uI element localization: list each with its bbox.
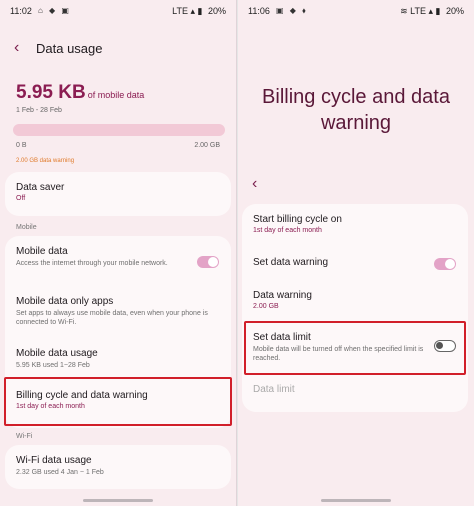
- mobile-data-row[interactable]: Mobile data Access the internet through …: [16, 246, 184, 268]
- data-usage-screen: 11:02 ⌂ ◆ ▣ LTE ▴ ▮ 20% ‹ Data usage 5.9…: [0, 0, 236, 506]
- data-limit-row: Data limit: [253, 384, 295, 395]
- set-warning-title: Set data warning: [253, 257, 329, 268]
- highlight-box: [244, 321, 466, 375]
- data-saver-title: Data saver: [16, 182, 65, 193]
- page-title: Billing cycle and data warning: [262, 86, 450, 134]
- section-mobile: Mobile: [16, 224, 37, 231]
- start-cycle-row[interactable]: Start billing cycle on 1st day of each m…: [253, 214, 342, 234]
- data-limit-title: Data limit: [253, 384, 295, 395]
- gesture-bar: [83, 499, 153, 502]
- highlight-box: [4, 377, 232, 426]
- status-right: LTE ▴ ▮ 20%: [169, 6, 226, 17]
- data-warning-label: 2.00 GB data warning: [16, 158, 75, 164]
- battery-level: 20%: [207, 6, 226, 16]
- status-time: 11:06: [248, 6, 270, 16]
- wifi-usage-desc: 2.32 GB used 4 Jan − 1 Feb: [16, 469, 104, 476]
- wifi-usage-title: Wi-Fi data usage: [16, 455, 92, 466]
- status-right: ≋ LTE ▴ ▮ 20%: [397, 6, 464, 17]
- set-warning-toggle[interactable]: [434, 258, 456, 270]
- signal-icon: LTE ▴ ▮: [172, 6, 203, 16]
- section-wifi: Wi-Fi: [16, 433, 33, 440]
- date-range: 1 Feb - 28 Feb: [16, 107, 62, 114]
- status-bar: 11:02 ⌂ ◆ ▣ LTE ▴ ▮ 20%: [0, 0, 236, 22]
- battery-level: 20%: [445, 6, 464, 16]
- mobile-data-usage-desc: 5.95 KB used 1−28 Feb: [16, 362, 90, 369]
- start-cycle-value: 1st day of each month: [253, 227, 322, 234]
- data-saver-value: Off: [16, 195, 26, 202]
- set-warning-row[interactable]: Set data warning: [253, 257, 328, 268]
- status-time: 11:02: [10, 6, 32, 16]
- data-warning-title: Data warning: [253, 290, 312, 301]
- usage-summary: 5.95 KB of mobile data: [16, 82, 144, 104]
- wifi-icon: ≋ LTE ▴ ▮: [400, 6, 441, 16]
- mobile-data-only-apps-row[interactable]: Mobile data only apps Set apps to always…: [16, 296, 216, 327]
- axis-min-label: 0 B: [16, 142, 27, 149]
- mobile-data-desc: Access the internet through your mobile …: [16, 260, 168, 267]
- data-warning-row[interactable]: Data warning 2.00 GB: [253, 290, 312, 310]
- usage-value: 5.95 KB: [16, 82, 86, 103]
- mobile-data-usage-row[interactable]: Mobile data usage 5.95 KB used 1−28 Feb: [16, 348, 98, 370]
- mobile-data-usage-title: Mobile data usage: [16, 348, 98, 359]
- usage-bar: [13, 124, 225, 136]
- data-saver-card[interactable]: Data saver Off: [5, 172, 231, 216]
- billing-settings-card: Start billing cycle on 1st day of each m…: [242, 204, 468, 412]
- data-warning-value: 2.00 GB: [253, 303, 279, 310]
- axis-max-label: 2.00 GB: [194, 142, 220, 149]
- back-arrow-icon[interactable]: ‹: [252, 176, 257, 192]
- mobile-data-toggle[interactable]: [197, 256, 219, 268]
- wifi-usage-card[interactable]: Wi-Fi data usage 2.32 GB used 4 Jan − 1 …: [5, 445, 231, 489]
- usage-suffix: of mobile data: [87, 90, 145, 100]
- billing-cycle-screen: 11:06 ▣ ◆ ⬧ ≋ LTE ▴ ▮ 20% Billing cycle …: [238, 0, 474, 506]
- notification-icons: ⌂ ◆ ▣: [38, 6, 71, 15]
- mobile-data-only-apps-desc: Set apps to always use mobile data, even…: [16, 310, 208, 326]
- gesture-bar: [321, 499, 391, 502]
- start-cycle-title: Start billing cycle on: [253, 214, 342, 225]
- divider: [236, 0, 237, 506]
- notification-icons: ▣ ◆ ⬧: [276, 6, 308, 15]
- mobile-data-only-apps-title: Mobile data only apps: [16, 296, 114, 307]
- page-title: Data usage: [36, 41, 103, 56]
- status-bar: 11:06 ▣ ◆ ⬧ ≋ LTE ▴ ▮ 20%: [238, 0, 474, 22]
- mobile-data-title: Mobile data: [16, 246, 68, 257]
- back-arrow-icon[interactable]: ‹: [14, 40, 19, 56]
